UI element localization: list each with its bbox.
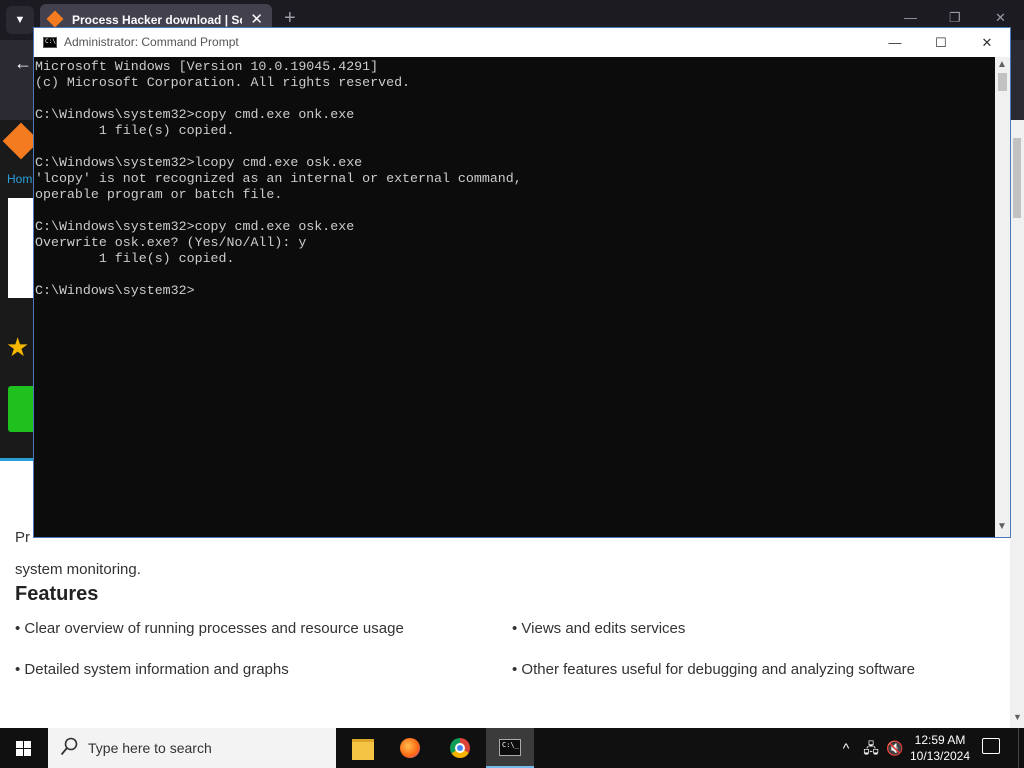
cmd-scrollbar-thumb[interactable] [998, 73, 1007, 91]
network-icon[interactable]: 🖧 [860, 728, 882, 768]
taskbar: Type here to search C:\_ ^ 🖧 🔇 12:59 AM … [0, 728, 1024, 768]
cmd-output[interactable]: Microsoft Windows [Version 10.0.19045.42… [34, 57, 995, 299]
browser-close-button[interactable]: ✕ [995, 10, 1006, 26]
features-heading: Features [15, 583, 99, 605]
clock-date: 10/13/2024 [909, 749, 971, 763]
tab-list-chevron-icon[interactable]: ▼ [6, 6, 34, 34]
chrome-icon [450, 738, 470, 758]
search-icon [60, 737, 78, 756]
breadcrumb-home-link[interactable]: Hom [7, 172, 32, 186]
clock-time: 12:59 AM [914, 733, 966, 747]
feature-item: • Views and edits services [512, 620, 686, 637]
folder-icon [352, 739, 374, 760]
app-screenshot-thumbnail[interactable] [8, 198, 36, 298]
volume-muted-icon[interactable]: 🔇 [884, 728, 906, 768]
cmd-titlebar[interactable]: C:\ Administrator: Command Prompt — ☐ ✕ [34, 28, 1010, 57]
firefox-icon [400, 738, 420, 758]
taskbar-chrome[interactable] [436, 728, 484, 768]
page-scrollbar[interactable]: ▼ [1010, 120, 1024, 728]
search-placeholder: Type here to search [88, 740, 212, 756]
browser-tab-title: Process Hacker download | So [72, 13, 242, 27]
cmd-maximize-button[interactable]: ☐ [918, 28, 964, 57]
site-favicon-icon [46, 10, 64, 28]
cmd-scrollbar[interactable]: ▲ ▼ [995, 57, 1010, 537]
show-hidden-icons-chevron-icon[interactable]: ^ [836, 728, 856, 768]
taskbar-clock[interactable]: 12:59 AM 10/13/2024 [906, 732, 974, 764]
command-prompt-icon: C:\_ [499, 739, 521, 756]
cmd-window-title: Administrator: Command Prompt [64, 35, 239, 49]
command-prompt-window[interactable]: C:\ Administrator: Command Prompt — ☐ ✕ … [33, 27, 1011, 538]
cmd-console[interactable]: Microsoft Windows [Version 10.0.19045.42… [34, 57, 995, 537]
browser-restore-button[interactable]: ❐ [949, 10, 961, 26]
cmd-app-icon: C:\ [43, 37, 57, 48]
feature-item: • Other features useful for debugging an… [512, 661, 916, 678]
cmd-close-button[interactable]: ✕ [964, 28, 1010, 57]
description-line: system monitoring. [15, 561, 141, 578]
taskbar-command-prompt[interactable]: C:\_ [486, 728, 534, 768]
scroll-up-arrow-icon[interactable]: ▲ [997, 59, 1007, 70]
taskbar-file-explorer[interactable] [338, 728, 386, 768]
start-button[interactable] [0, 728, 48, 768]
show-desktop-button[interactable] [1018, 728, 1024, 768]
taskbar-firefox[interactable] [386, 728, 434, 768]
scroll-down-arrow-icon[interactable]: ▼ [1013, 712, 1022, 722]
windows-logo-icon [16, 741, 32, 756]
browser-minimize-button[interactable]: — [904, 10, 917, 25]
taskbar-search-box[interactable]: Type here to search [48, 728, 336, 768]
notification-center-icon[interactable] [982, 738, 1000, 754]
scroll-down-arrow-icon[interactable]: ▼ [997, 521, 1007, 532]
download-button[interactable] [8, 386, 36, 432]
feature-item: • Detailed system information and graphs [15, 661, 289, 678]
rating-star-icon: ★ [6, 332, 30, 362]
feature-item: • Clear overview of running processes an… [15, 620, 404, 637]
page-scrollbar-thumb[interactable] [1013, 138, 1021, 218]
back-arrow-icon[interactable]: ← [14, 53, 32, 74]
tab-close-icon[interactable]: ✕ [250, 10, 263, 28]
cmd-minimize-button[interactable]: — [872, 28, 918, 57]
